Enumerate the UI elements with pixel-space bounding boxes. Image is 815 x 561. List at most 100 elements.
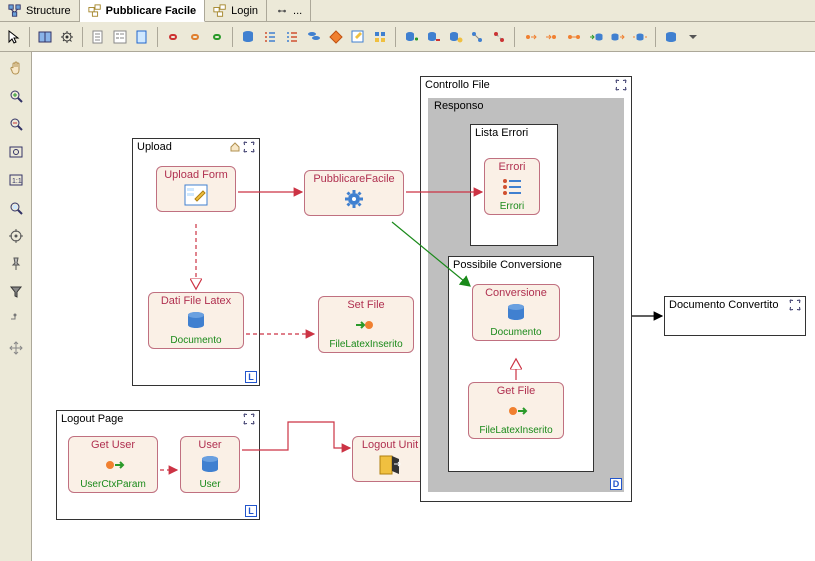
arrows-tool[interactable] <box>6 338 26 358</box>
list2-icon[interactable] <box>282 27 302 47</box>
param-out-icon <box>503 399 529 423</box>
target-tool[interactable] <box>6 226 26 246</box>
edit-form-icon[interactable] <box>348 27 368 47</box>
unit-title: Conversione <box>477 287 555 299</box>
new-page-icon[interactable] <box>132 27 152 47</box>
site-icon <box>88 4 102 18</box>
unit-sub: Errori <box>489 201 535 212</box>
list-icon[interactable] <box>260 27 280 47</box>
expand-icon[interactable] <box>243 141 255 153</box>
link-red-icon[interactable] <box>163 27 183 47</box>
unit-sub: Documento <box>477 327 555 338</box>
unit-sub: Documento <box>153 335 239 346</box>
tab-label: ... <box>293 5 302 17</box>
unit-sub: User <box>185 479 235 490</box>
svg-text:1:1: 1:1 <box>12 178 22 185</box>
unit-title: Set File <box>323 299 409 311</box>
connect-icon[interactable] <box>467 27 487 47</box>
unit-title: Upload Form <box>161 169 231 181</box>
dot-out-icon[interactable] <box>520 27 540 47</box>
unit-title: Get User <box>73 439 153 451</box>
unit-set-file[interactable]: Set File FileLatexInserito <box>318 296 414 353</box>
page-doc-convertito[interactable]: Documento Convertito <box>664 296 806 336</box>
tab-structure[interactable]: Structure <box>0 0 80 21</box>
canvas[interactable]: Upload L Upload Form Dati File Latex Doc… <box>32 52 815 561</box>
grid-icon[interactable] <box>370 27 390 47</box>
db-in-icon[interactable] <box>586 27 606 47</box>
dot-in-icon[interactable] <box>542 27 562 47</box>
toolbar <box>0 22 815 52</box>
hand-tool[interactable] <box>6 58 26 78</box>
gear-icon[interactable] <box>57 27 77 47</box>
unit-title: Get File <box>473 385 559 397</box>
database-icon <box>197 453 223 477</box>
database-icon <box>503 301 529 325</box>
param-in-icon <box>353 313 379 337</box>
tabs: Structure Pubblicare Facile Login ... <box>0 0 815 22</box>
disconnect-icon[interactable] <box>489 27 509 47</box>
link-green-icon[interactable] <box>207 27 227 47</box>
db-final-icon[interactable] <box>661 27 681 47</box>
site-icon <box>213 4 227 18</box>
panel-title: Lista Errori <box>471 125 557 141</box>
pointer-tool[interactable] <box>4 27 24 47</box>
more-icon <box>275 4 289 18</box>
unit-pubblicare-facile[interactable]: PubblicareFacile <box>304 170 404 216</box>
expand-icon[interactable] <box>789 299 801 311</box>
expand-icon[interactable] <box>243 413 255 425</box>
gear-icon <box>341 187 367 211</box>
db-icon[interactable] <box>238 27 258 47</box>
unit-title: Logout Unit <box>357 439 423 451</box>
unit-errori[interactable]: Errori Errori <box>484 158 540 215</box>
door-icon <box>377 453 403 477</box>
page-icon[interactable] <box>35 27 55 47</box>
filter-tool[interactable] <box>6 282 26 302</box>
panel-title: Responso <box>428 98 624 114</box>
page-title: Documento Convertito <box>665 297 805 313</box>
expand-icon[interactable] <box>615 79 627 91</box>
dbstack-icon[interactable] <box>304 27 324 47</box>
zoom-actual-tool[interactable]: 1:1 <box>6 170 26 190</box>
unit-user[interactable]: User User <box>180 436 240 493</box>
unit-logout[interactable]: Logout Unit <box>352 436 428 482</box>
unit-get-file[interactable]: Get File FileLatexInserito <box>468 382 564 439</box>
page-title: Upload <box>133 139 259 155</box>
unit-conversione[interactable]: Conversione Documento <box>472 284 560 341</box>
unit-dati-file-latex[interactable]: Dati File Latex Documento <box>148 292 244 349</box>
db-out-icon[interactable] <box>608 27 628 47</box>
zoom-in-tool[interactable] <box>6 86 26 106</box>
zoom-region-tool[interactable] <box>6 198 26 218</box>
diamond-icon[interactable] <box>326 27 346 47</box>
db-plus-icon[interactable] <box>401 27 421 47</box>
zoom-fit-tool[interactable] <box>6 142 26 162</box>
page-title: Logout Page <box>57 411 259 427</box>
list-icon <box>499 175 525 199</box>
tab-pubblicare[interactable]: Pubblicare Facile <box>80 0 205 22</box>
dot-both-icon[interactable] <box>564 27 584 47</box>
badge-L: L <box>245 505 257 517</box>
tab-label: Structure <box>26 5 71 17</box>
database-icon <box>183 309 209 333</box>
db-minus-icon[interactable] <box>423 27 443 47</box>
tab-login[interactable]: Login <box>205 0 267 21</box>
home-icon <box>229 141 241 153</box>
left-palette: 1:1 <box>0 52 32 561</box>
zoom-out-tool[interactable] <box>6 114 26 134</box>
tab-more[interactable]: ... <box>267 0 311 21</box>
pin-tool[interactable] <box>6 254 26 274</box>
tab-label: Login <box>231 5 258 17</box>
unit-sub: FileLatexInserito <box>473 425 559 436</box>
unit-title: Dati File Latex <box>153 295 239 307</box>
form-icon[interactable] <box>110 27 130 47</box>
page-title: Controllo File <box>421 77 631 93</box>
document-icon[interactable] <box>88 27 108 47</box>
unit-upload-form[interactable]: Upload Form <box>156 166 236 212</box>
db-edit-icon[interactable] <box>445 27 465 47</box>
dropdown-icon[interactable] <box>683 27 703 47</box>
panel-title: Possibile Conversione <box>449 257 593 273</box>
link-orange-icon[interactable] <box>185 27 205 47</box>
db-sync-icon[interactable] <box>630 27 650 47</box>
unit-get-user[interactable]: Get User UserCtxParam <box>68 436 158 493</box>
param-out-icon <box>100 453 126 477</box>
note-tool[interactable] <box>6 310 26 330</box>
